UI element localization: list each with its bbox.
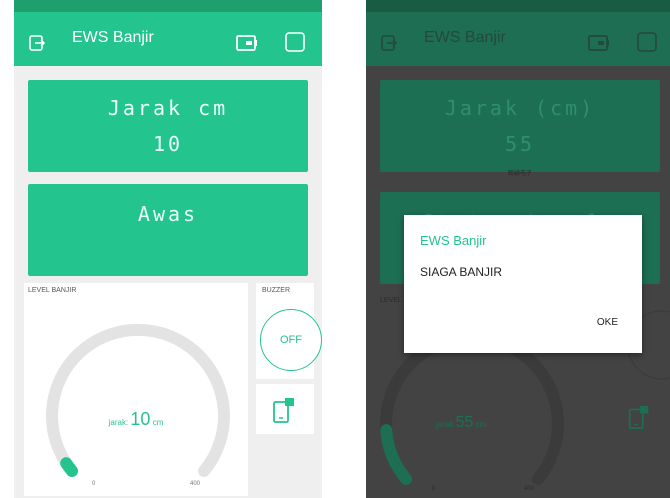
square-icon [637, 32, 657, 52]
buzzer-widget: BUZZER OFF [256, 283, 322, 379]
gauge-min: 0 [432, 486, 436, 492]
lcd-line-1: Jarak (cm) [444, 96, 596, 120]
exit-icon[interactable] [28, 34, 46, 52]
app-bar: EWS Banjir [366, 12, 670, 66]
gauge-value-number: 55 [455, 414, 474, 431]
dialog-message: SIAGA BANJIR [420, 265, 503, 279]
app-title: EWS Banjir [72, 29, 154, 46]
gauge-value-number: 10 [130, 409, 151, 429]
lcd-line-2: 10 [152, 132, 184, 156]
lcd-line-2: 55 [504, 132, 536, 156]
lcd-line-1: Jarak cm [107, 96, 229, 120]
lcd-status: Awas [28, 184, 308, 276]
lcd-distance: Jarak cm 10 [28, 80, 308, 172]
gauge-max: 400 [524, 486, 535, 492]
square-icon[interactable] [284, 31, 306, 53]
gauge-value-prefix: jarak: [108, 418, 129, 427]
buzzer-toggle-button[interactable]: OFF [260, 309, 322, 371]
left-phone-screen: EWS Banjir Jarak cm 10 Awas LEVEL BANJIR… [14, 0, 322, 498]
app-title: EWS Banjir [424, 29, 506, 46]
alert-dialog: EWS Banjir SIAGA BANJIR OKE [404, 215, 642, 353]
gauge-value-unit: cm [152, 418, 164, 427]
right-phone-screen: EWS Banjir Jarak (cm) 55 聪颖电子 Status Lev… [366, 0, 670, 498]
dialog-ok-button[interactable]: OKE [597, 317, 618, 328]
gauge-value: jarak: 10 cm [24, 409, 248, 430]
gauge-value: jarak 55 cm [436, 414, 486, 432]
gauge-value-unit: cm [475, 420, 487, 429]
app-bar: EWS Banjir [14, 12, 322, 66]
tablet-icon [628, 405, 649, 429]
tablet-icon [273, 398, 294, 423]
gauge-dial [46, 323, 230, 477]
brand-caption: 聪颖电子 [507, 171, 532, 177]
device-icon [588, 35, 609, 51]
gauge-track [46, 323, 230, 477]
gauge-widget[interactable]: LEVEL BANJIR jarak: 10 cm 0 400 [24, 283, 248, 496]
buzzer-label: BUZZER [262, 287, 290, 294]
gauge-value-prefix: jarak [436, 420, 454, 429]
device-widget[interactable] [256, 384, 314, 434]
gauge-min: 0 [92, 481, 96, 487]
status-bar [14, 0, 322, 12]
dialog-title: EWS Banjir [420, 233, 487, 248]
status-bar [366, 0, 670, 12]
lcd-line-1: Awas [137, 202, 199, 226]
device-icon[interactable] [236, 34, 258, 52]
exit-icon [381, 35, 398, 51]
gauge-max: 400 [190, 481, 201, 487]
lcd-distance: Jarak (cm) 55 [380, 80, 660, 172]
gauge-track [380, 331, 564, 485]
